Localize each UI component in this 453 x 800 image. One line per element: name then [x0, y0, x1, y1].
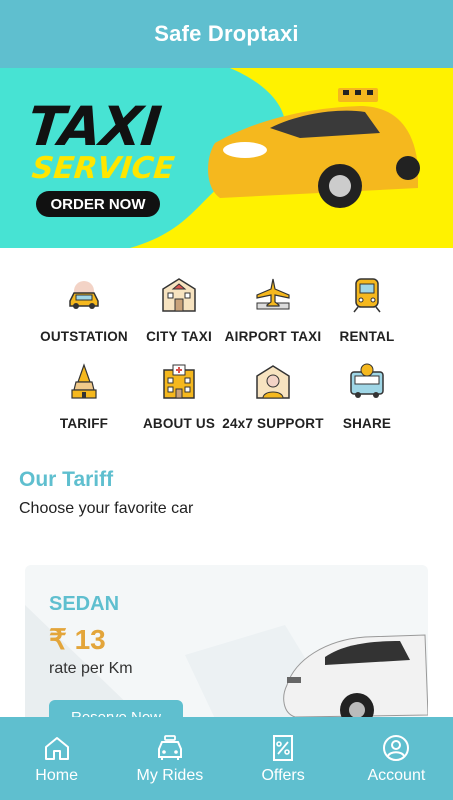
order-now-button[interactable]: ORDER NOW: [36, 191, 160, 217]
share-bus-icon: [350, 363, 384, 398]
nav-offers[interactable]: Offers: [227, 717, 340, 800]
category-label: SHARE: [342, 416, 392, 431]
nav-label: Offers: [261, 766, 305, 784]
category-share[interactable]: SHARE: [312, 362, 422, 431]
category-label: TARIFF: [59, 416, 109, 431]
home-icon: [44, 736, 69, 760]
percent-icon: [273, 734, 294, 761]
price-unit-label: rate per Km: [49, 660, 133, 677]
car-icon: [157, 734, 182, 760]
tariff-section-subtitle: Choose your favorite car: [19, 500, 194, 517]
airplane-icon: [256, 278, 290, 310]
nav-label: Account: [367, 766, 426, 784]
sedan-car-icon: [283, 634, 428, 727]
nav-account[interactable]: Account: [340, 717, 453, 800]
nav-my-rides[interactable]: My Rides: [113, 717, 226, 800]
promo-banner[interactable]: TAXI SERVICE ORDER NOW: [0, 68, 453, 248]
tariff-card-sedan[interactable]: SEDAN ₹ 13 rate per Km Reserve Now: [25, 565, 428, 740]
app-header: Safe Droptaxi: [0, 0, 453, 68]
app-title: Safe Droptaxi: [154, 21, 299, 46]
nav-home[interactable]: Home: [0, 717, 113, 800]
bottom-navigation: Home My Rides Offers Account: [0, 717, 453, 800]
category-label: OUTSTATION: [40, 329, 128, 344]
category-label: RENTAL: [339, 329, 395, 344]
tariff-section-title: Our Tariff: [19, 468, 114, 491]
car-type-label: SEDAN: [49, 593, 120, 615]
city-building-icon: [162, 278, 196, 312]
nav-label: My Rides: [136, 766, 204, 784]
category-outstation[interactable]: OUTSTATION: [29, 275, 139, 344]
temple-icon: [71, 363, 97, 399]
user-icon: [383, 734, 410, 761]
support-agent-icon: [256, 365, 290, 399]
nav-label: Home: [35, 766, 78, 784]
banner-headline: TAXI: [24, 95, 164, 158]
hospital-building-icon: [163, 364, 195, 399]
category-tariff[interactable]: TARIFF: [29, 362, 139, 431]
outstation-car-icon: [69, 281, 99, 309]
banner-subheadline: SERVICE: [30, 151, 176, 186]
category-rental[interactable]: RENTAL: [312, 275, 422, 344]
train-icon: [353, 278, 381, 313]
car-price: ₹ 13: [49, 624, 106, 655]
